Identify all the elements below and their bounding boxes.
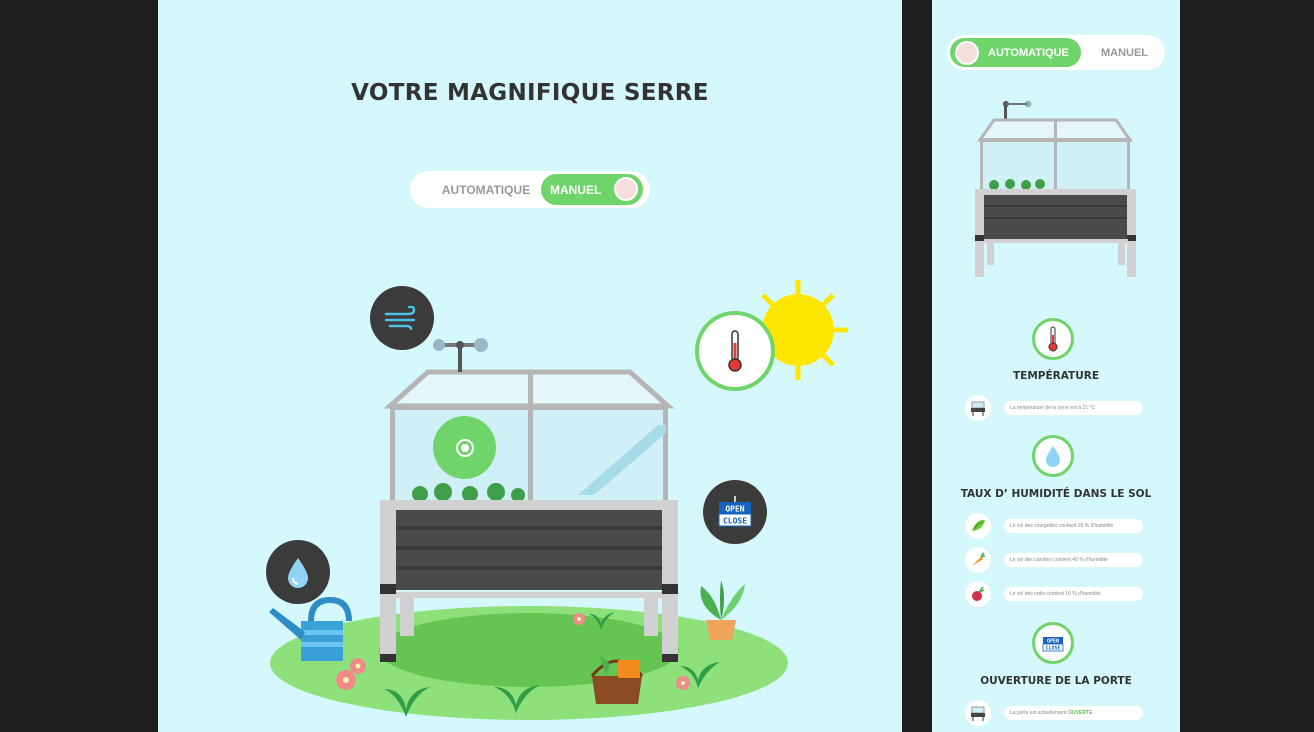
light-icon: [455, 438, 474, 457]
door-status-text: La porte est actuellement: [1010, 710, 1067, 716]
door-status-value: OUVERTE: [1068, 710, 1093, 716]
open-close-sign-icon: OPEN CLOSE: [1042, 637, 1064, 652]
water-drop-icon: [288, 558, 308, 588]
zucchini-icon: [965, 513, 991, 539]
open-close-sign-icon: OPEN CLOSE: [718, 496, 752, 527]
thermometer-icon: [728, 330, 742, 372]
sign-close-text: CLOSE: [723, 517, 747, 526]
side-toggle-option-auto[interactable]: AUTOMATIQUE: [950, 38, 1081, 67]
wind-sensor-button[interactable]: [370, 286, 434, 350]
side-sign-open-text: OPEN: [1047, 639, 1059, 645]
watering-button[interactable]: [266, 540, 330, 604]
radish-icon: [965, 581, 991, 607]
temperature-sensor-button[interactable]: [695, 311, 775, 391]
side-toggle-knob[interactable]: [955, 40, 979, 65]
radish-humidity-message: Le sol des radis contient 10 % d'humidit…: [1004, 587, 1143, 601]
greenhouse-thumbnail: [975, 100, 1136, 277]
humidity-section-icon: [1032, 435, 1074, 477]
wind-icon: [384, 306, 416, 330]
greenhouse-small-icon: [965, 700, 991, 726]
side-panel: AUTOMATIQUE MANUEL TEMPÉRATURE La temper…: [932, 0, 1180, 732]
main-panel: VOTRE MAGNIFIQUE SERRE AUTOMATIQUE MANUE…: [158, 0, 902, 732]
carrot-humidity-message: Le sol des carottes contient 40 % d'humi…: [1004, 553, 1143, 567]
temperature-section-icon: [1032, 318, 1074, 360]
temperature-message: La temperature de la serre est à 21 °C: [1004, 401, 1143, 415]
carrot-icon: [965, 547, 991, 573]
door-control-button[interactable]: OPEN CLOSE: [703, 480, 767, 544]
door-title: OUVERTURE DE LA PORTE: [980, 675, 1132, 687]
light-toggle-button[interactable]: [433, 416, 496, 479]
water-drop-icon: [1046, 446, 1060, 467]
side-toggle-option-auto-label: AUTOMATIQUE: [988, 46, 1069, 59]
door-status-message: La porte est actuellement OUVERTE: [1004, 706, 1143, 720]
door-section-icon: OPEN CLOSE: [1032, 622, 1074, 664]
temperature-title: TEMPÉRATURE: [1013, 370, 1099, 382]
sign-open-text: OPEN: [725, 505, 744, 514]
humidity-title: TAUX D’ HUMIDITÉ DANS LE SOL: [960, 488, 1152, 500]
side-toggle-option-manual[interactable]: MANUEL: [1087, 35, 1162, 70]
greenhouse-small-icon: [965, 395, 991, 421]
garden-scene: [269, 280, 848, 720]
side-mode-toggle[interactable]: AUTOMATIQUE MANUEL: [947, 35, 1165, 70]
zucchini-humidity-message: Le sol des courgettes contient 20 % d'hu…: [1004, 519, 1143, 533]
side-sign-close-text: CLOSE: [1045, 646, 1060, 652]
thermometer-icon: [1048, 326, 1058, 352]
